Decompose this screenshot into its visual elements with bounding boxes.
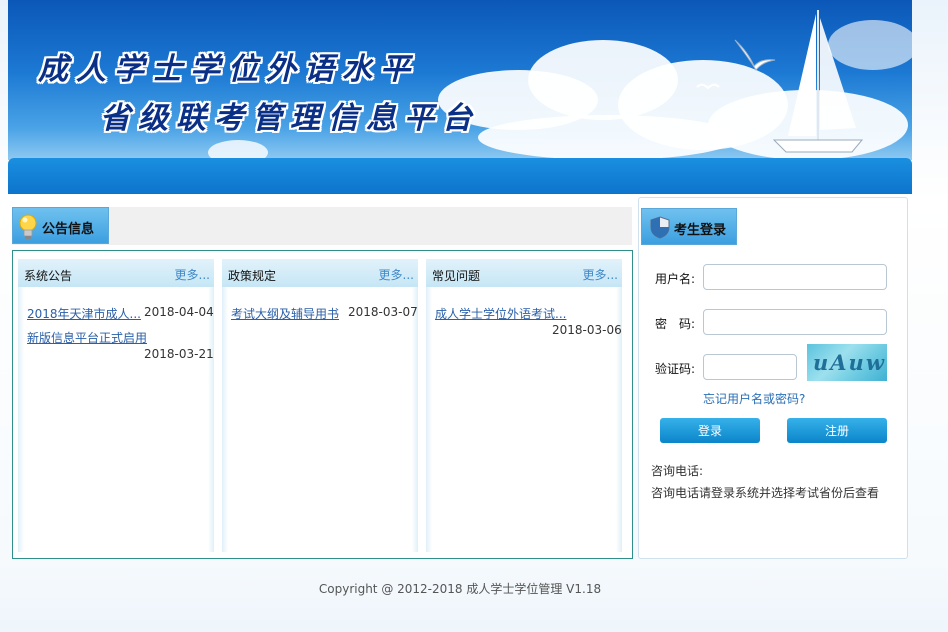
password-input[interactable] [703,309,887,335]
banner-cloud [478,115,738,160]
notice-item-date: 2018-03-06 [552,323,622,337]
notice-item-link[interactable]: 2018年天津市成人... [27,305,141,322]
header-banner: 成人学士学位外语水平 省级联考管理信息平台 [8,0,912,160]
column-header: 政策规定 更多... [222,259,418,287]
captcha-image-text: uAuw [813,350,886,375]
notice-tab: 公告信息 [12,207,109,244]
notice-column-policy: 政策规定 更多... 考试大纲及辅导用书 2018-03-07 [222,259,418,552]
username-input[interactable] [703,264,887,290]
notice-panel: 系统公告 更多... 2018年天津市成人... 2018-04-04 新版信息… [12,250,633,559]
password-label: 密 码: [655,317,696,331]
banner-cloud [208,140,268,160]
column-title: 政策规定 [228,269,277,283]
footer-copyright: Copyright @ 2012-2018 成人学士学位管理 V1.18 [318,582,602,596]
notice-item-date: 2018-03-21 [144,347,214,361]
notice-item-link[interactable]: 新版信息平台正式启用 [27,329,147,346]
more-link[interactable]: 更多... [583,266,618,283]
captcha-label: 验证码: [655,362,696,376]
banner-title-line2: 省级联考管理信息平台 [100,101,480,136]
login-title: 考生登录 [674,223,727,238]
register-button[interactable]: 注册 [787,418,887,443]
captcha-image[interactable]: uAuw [807,344,887,381]
column-title: 常见问题 [432,269,481,283]
nav-bar [8,158,912,194]
more-link[interactable]: 更多... [175,266,210,283]
notice-section-title: 公告信息 [42,222,95,237]
notice-item-date: 2018-04-04 [144,305,214,319]
notice-item-link[interactable]: 考试大纲及辅导用书 [231,305,339,322]
column-header: 常见问题 更多... [426,259,622,287]
banner-title-line1: 成人学士学位外语水平 [38,52,418,87]
captcha-input[interactable] [703,354,797,380]
notice-column-faq: 常见问题 更多... 成人学士学位外语考试... 2018-03-06 [426,259,622,552]
username-label: 用户名: [655,272,696,286]
notice-column-system: 系统公告 更多... 2018年天津市成人... 2018-04-04 新版信息… [18,259,214,552]
phone-note: 咨询电话请登录系统并选择考试省份后查看 [651,486,880,500]
notice-item-date: 2018-03-07 [348,305,418,319]
shield-icon [650,216,670,239]
lightbulb-icon [19,214,37,239]
seagull-small-icon [696,83,720,90]
sailboat-icon [772,10,864,153]
forgot-credentials-link[interactable]: 忘记用户名或密码? [703,390,805,407]
column-title: 系统公告 [24,269,73,283]
notice-item-link[interactable]: 成人学士学位外语考试... [435,305,566,322]
phone-label: 咨询电话: [651,464,704,478]
login-panel: 考生登录 用户名: 密 码: 验证码: uAuw 忘记用户名或密码? 登录 注册… [638,197,908,559]
notice-section-header: 公告信息 [12,207,632,245]
more-link[interactable]: 更多... [379,266,414,283]
login-tab: 考生登录 [641,208,737,245]
column-header: 系统公告 更多... [18,259,214,287]
login-button[interactable]: 登录 [660,418,760,443]
